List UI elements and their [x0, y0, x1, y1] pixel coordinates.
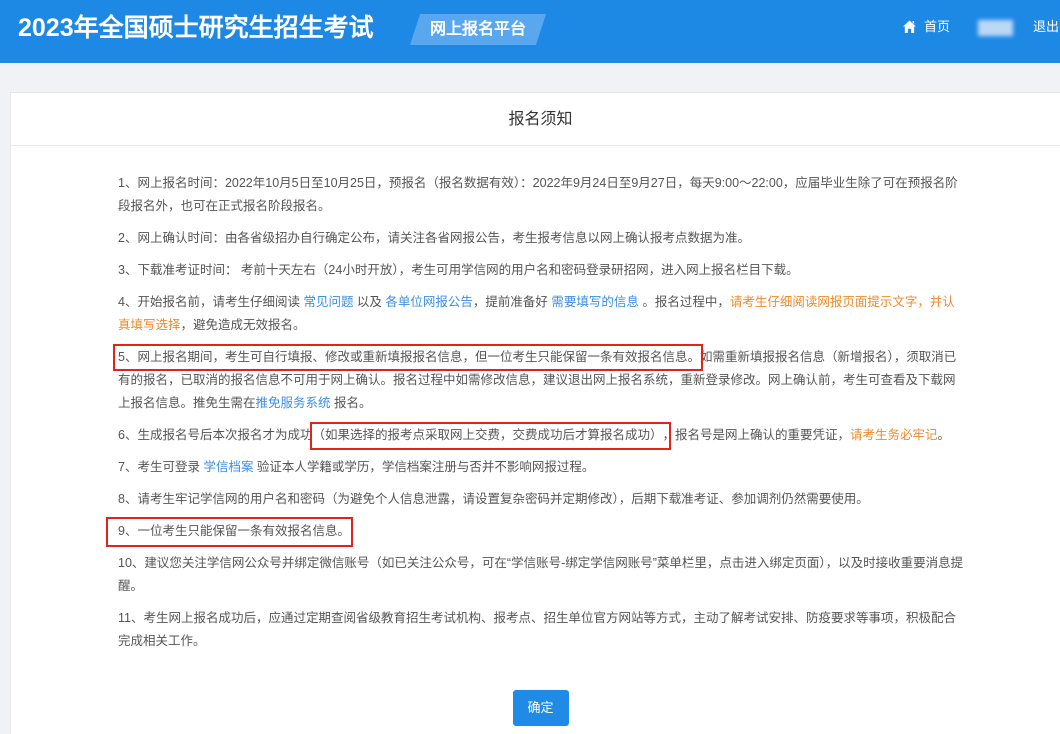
notice-text: 4、开始报名前，请考生仔细阅读 — [118, 294, 304, 309]
highlight-text: 请考生务必牢记 — [849, 427, 938, 442]
notice-text: 9、一位考生只能保留一条有效报名信息。 — [118, 523, 350, 538]
notice-text: ，提前准备好 — [472, 294, 552, 309]
annotation-box: 9、一位考生只能保留一条有效报名信息。 — [106, 516, 353, 547]
notice-text: 。报名过程中， — [638, 294, 730, 309]
badge-label: 网上报名平台 — [429, 21, 526, 38]
notice-list: 1、网上报名时间：2022年10月5日至10月25日，预报名（报名数据有效）：2… — [11, 146, 966, 653]
home-label: 首页 — [924, 19, 951, 34]
required-info-link[interactable]: 需要填写的信息 — [551, 295, 639, 309]
notice-text: （如果选择的报考点采取网上交费，交费成功后才算报名成功） — [312, 427, 663, 442]
logout-link[interactable]: 退出 — [1033, 17, 1059, 37]
notice-item-11: 11、考生网上报名成功后，应通过定期查阅省级教育招生考试机构、报考点、招生单位官… — [118, 610, 956, 648]
site-header: 2023年全国硕士研究生招生考试 网上报名平台 首页 退出 — [0, 0, 1060, 63]
faq-link[interactable]: 常见问题 — [303, 295, 353, 309]
home-link[interactable]: 首页 — [903, 17, 950, 37]
notice-item-3: 3、下载准考证时间： 考前十天左右（24小时开放），考生可用学信网的用户名和密码… — [118, 262, 799, 277]
annotation-box: （如果选择的报考点采取网上交费，交费成功后才算报名成功） — [310, 421, 672, 450]
unit-announcements-link[interactable]: 各单位网报公告 — [385, 295, 473, 309]
notice-title: 报名须知 — [11, 93, 1060, 146]
annotation-box: 5、网上报名期间，考生可自行填报、修改或重新填报报名信息，但一位考生只能保留一条… — [113, 343, 703, 371]
notice-text: 以及 — [353, 294, 386, 309]
notice-item-9: 9、一位考生只能保留一条有效报名信息。 — [106, 516, 966, 547]
confirm-button[interactable]: 确定 — [512, 690, 569, 726]
notice-item-5: 5、网上报名期间，考生可自行填报、修改或重新填报报名信息，但一位考生只能保留一条… — [113, 343, 966, 415]
notice-item-7: 7、考生可登录 学信档案 验证本人学籍或学历，学信档案注册与否并不影响网报过程。 — [118, 456, 966, 479]
notice-item-1: 1、网上报名时间：2022年10月5日至10月25日，预报名（报名数据有效）：2… — [118, 175, 958, 213]
notice-item-6: 6、生成报名号后本次报名才为成功（如果选择的报考点采取网上交费，交费成功后才算报… — [118, 421, 966, 450]
home-icon — [903, 20, 916, 33]
username-redacted — [978, 20, 1013, 36]
platform-badge: 网上报名平台 — [409, 14, 547, 45]
notice-item-4: 4、开始报名前，请考生仔细阅读 常见问题 以及 各单位网报公告，提前准备好 需要… — [118, 291, 966, 337]
notice-item-8: 8、请考生牢记学信网的用户名和密码（为避免个人信息泄露，请设置复杂密码并定期修改… — [118, 491, 869, 506]
notice-text: ，避免造成无效报名。 — [180, 317, 306, 332]
notice-item-2: 2、网上确认时间：由各省级招办自行确定公布，请关注各省网报公告，考生报考信息以网… — [118, 230, 750, 245]
notice-text: 7、考生可登录 — [118, 459, 204, 474]
notice-text: 。 — [937, 427, 951, 442]
notice-item-10: 10、建议您关注学信网公众号并绑定微信账号（如已关注公众号，可在“学信账号-绑定… — [118, 555, 964, 593]
notice-text: 报名。 — [330, 395, 372, 410]
notice-text: 6、生成报名号后本次报名才为成功 — [118, 427, 313, 442]
site-title: 2023年全国硕士研究生招生考试 — [18, 14, 374, 42]
notice-text: 验证本人学籍或学历，学信档案注册与否并不影响网报过程。 — [253, 459, 595, 474]
notice-text: 5、网上报名期间，考生可自行填报、修改或重新填报报名信息，但一位考生只能保留一条… — [118, 349, 700, 364]
notice-card: 报名须知 1、网上报名时间：2022年10月5日至10月25日，预报名（报名数据… — [10, 92, 1060, 734]
button-row: 确定 — [11, 690, 1060, 726]
recommendation-system-link[interactable]: 推免服务系统 — [256, 396, 331, 410]
notice-text: ，报名号是网上确认的重要凭证， — [662, 427, 850, 442]
xuexin-archive-link[interactable]: 学信档案 — [203, 460, 253, 474]
